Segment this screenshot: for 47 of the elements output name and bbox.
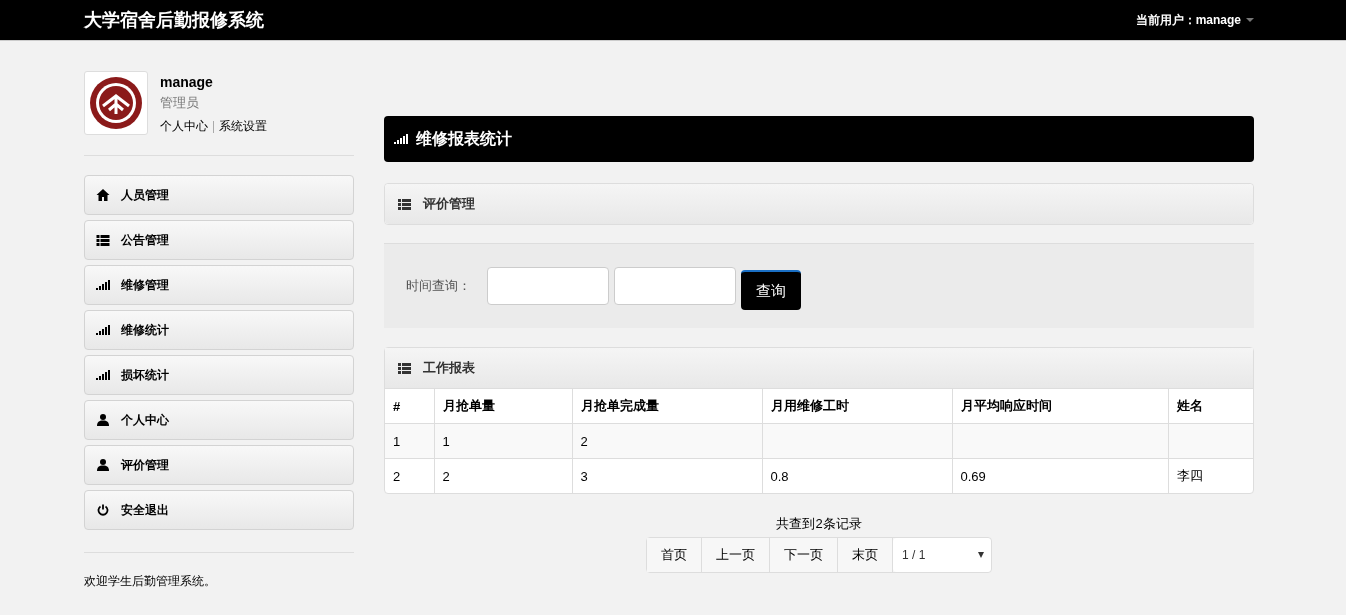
university-logo-icon bbox=[89, 76, 143, 130]
signal-bars-icon bbox=[96, 325, 110, 335]
column-header: 月抢单完成量 bbox=[572, 389, 762, 424]
menu-item[interactable]: 评价管理 bbox=[84, 445, 354, 485]
profile-link[interactable]: 个人中心 bbox=[160, 118, 208, 135]
panel-title: 工作报表 bbox=[423, 359, 475, 377]
table-cell: 2 bbox=[572, 423, 762, 459]
user-role: 管理员 bbox=[160, 94, 200, 112]
menu-item[interactable]: 公告管理 bbox=[84, 220, 354, 260]
column-header: 月平均响应时间 bbox=[952, 389, 1168, 424]
menu-item[interactable]: 损坏统计 bbox=[84, 355, 354, 395]
list-icon bbox=[96, 234, 110, 246]
record-count: 共查到2条记录 bbox=[775, 515, 863, 533]
column-header: 月抢单量 bbox=[434, 389, 572, 424]
user-name: manage bbox=[160, 74, 214, 90]
query-button[interactable]: 查询 bbox=[741, 270, 801, 310]
table-cell: 1 bbox=[434, 423, 572, 459]
filter-label: 时间查询： bbox=[405, 277, 472, 295]
menu-item[interactable]: 个人中心 bbox=[84, 400, 354, 440]
panel-title: 评价管理 bbox=[423, 195, 475, 213]
menu-item[interactable]: 维修统计 bbox=[84, 310, 354, 350]
user-menu[interactable]: 当前用户：manage bbox=[1135, 11, 1254, 29]
app-title: 大学宿舍后勤报修系统 bbox=[84, 9, 264, 32]
list-icon bbox=[398, 198, 411, 210]
column-header: 月用维修工时 bbox=[762, 389, 952, 424]
signal-bars-icon bbox=[394, 134, 408, 144]
signal-bars-icon bbox=[96, 370, 110, 380]
page-title: 维修报表统计 bbox=[416, 128, 512, 149]
caret-icon bbox=[1246, 18, 1254, 22]
table-cell: 李四 bbox=[1168, 458, 1253, 493]
home-icon bbox=[96, 189, 110, 201]
table-cell: 1 bbox=[385, 423, 434, 459]
column-header: 姓名 bbox=[1168, 389, 1253, 424]
menu-item[interactable]: 安全退出 bbox=[84, 490, 354, 530]
end-date-field[interactable] bbox=[614, 267, 736, 305]
menu-item[interactable]: 维修管理 bbox=[84, 265, 354, 305]
menu-item[interactable]: 人员管理 bbox=[84, 175, 354, 215]
welcome-text: 欢迎学生后勤管理系统。 bbox=[84, 552, 354, 590]
table-cell: 2 bbox=[385, 458, 434, 493]
user-icon bbox=[96, 459, 110, 471]
column-header: # bbox=[385, 389, 434, 424]
user-icon bbox=[96, 414, 110, 426]
list-icon bbox=[398, 362, 411, 374]
signal-bars-icon bbox=[96, 280, 110, 290]
power-icon bbox=[96, 504, 110, 516]
start-date-field[interactable] bbox=[487, 267, 609, 305]
profile-link[interactable]: 系统设置 bbox=[219, 118, 267, 135]
